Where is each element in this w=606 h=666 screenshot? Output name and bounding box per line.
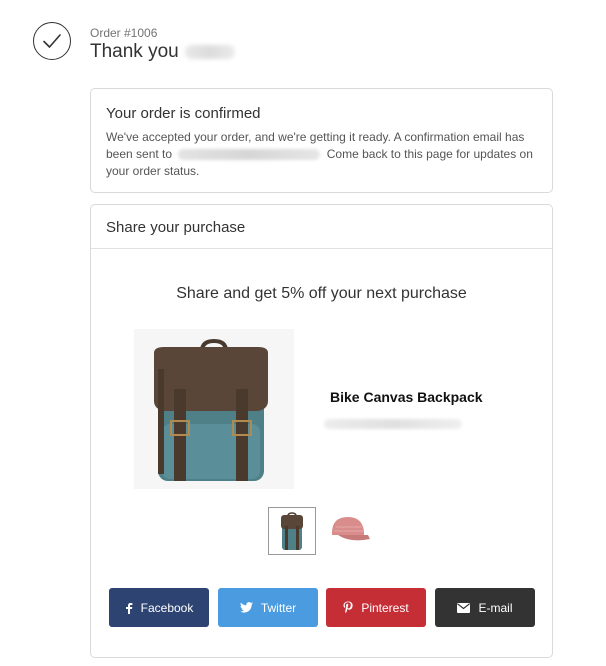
pinterest-share-button[interactable]: Pinterest — [326, 588, 426, 627]
confirmation-message: We've accepted your order, and we're get… — [106, 129, 537, 180]
share-promo-text: Share and get 5% off your next purchase — [176, 285, 467, 302]
redacted-customer-name — [184, 44, 235, 59]
check-icon — [43, 34, 61, 48]
redacted-email — [178, 149, 321, 161]
email-share-button[interactable]: E-mail — [435, 588, 535, 627]
product-name: Bike Canvas Backpack — [330, 389, 483, 405]
email-label: E-mail — [478, 600, 513, 615]
share-header: Share your purchase — [91, 205, 552, 249]
twitter-share-button[interactable]: Twitter — [218, 588, 318, 627]
pinterest-icon — [343, 601, 353, 614]
facebook-share-button[interactable]: Facebook — [109, 588, 209, 627]
facebook-label: Facebook — [140, 600, 194, 615]
product-thumbnail-cap[interactable] — [324, 507, 372, 555]
facebook-icon — [125, 602, 133, 614]
checkmark-circle-icon — [33, 22, 71, 60]
confirmation-title: Your order is confirmed — [106, 105, 261, 122]
redacted-product-detail — [324, 419, 462, 429]
page-title: Thank you — [90, 41, 235, 63]
twitter-label: Twitter — [260, 600, 297, 615]
mail-icon — [457, 602, 471, 613]
pinterest-label: Pinterest — [361, 600, 409, 615]
product-image — [134, 329, 294, 489]
order-confirmed-card: Your order is confirmed We've accepted y… — [90, 88, 553, 193]
share-purchase-card: Share your purchase Share and get 5% off… — [90, 204, 553, 658]
product-thumbnail-backpack[interactable] — [268, 507, 316, 555]
order-number: Order #1006 — [90, 26, 158, 40]
greeting-text: Thank you — [90, 41, 179, 62]
twitter-icon — [239, 602, 253, 613]
